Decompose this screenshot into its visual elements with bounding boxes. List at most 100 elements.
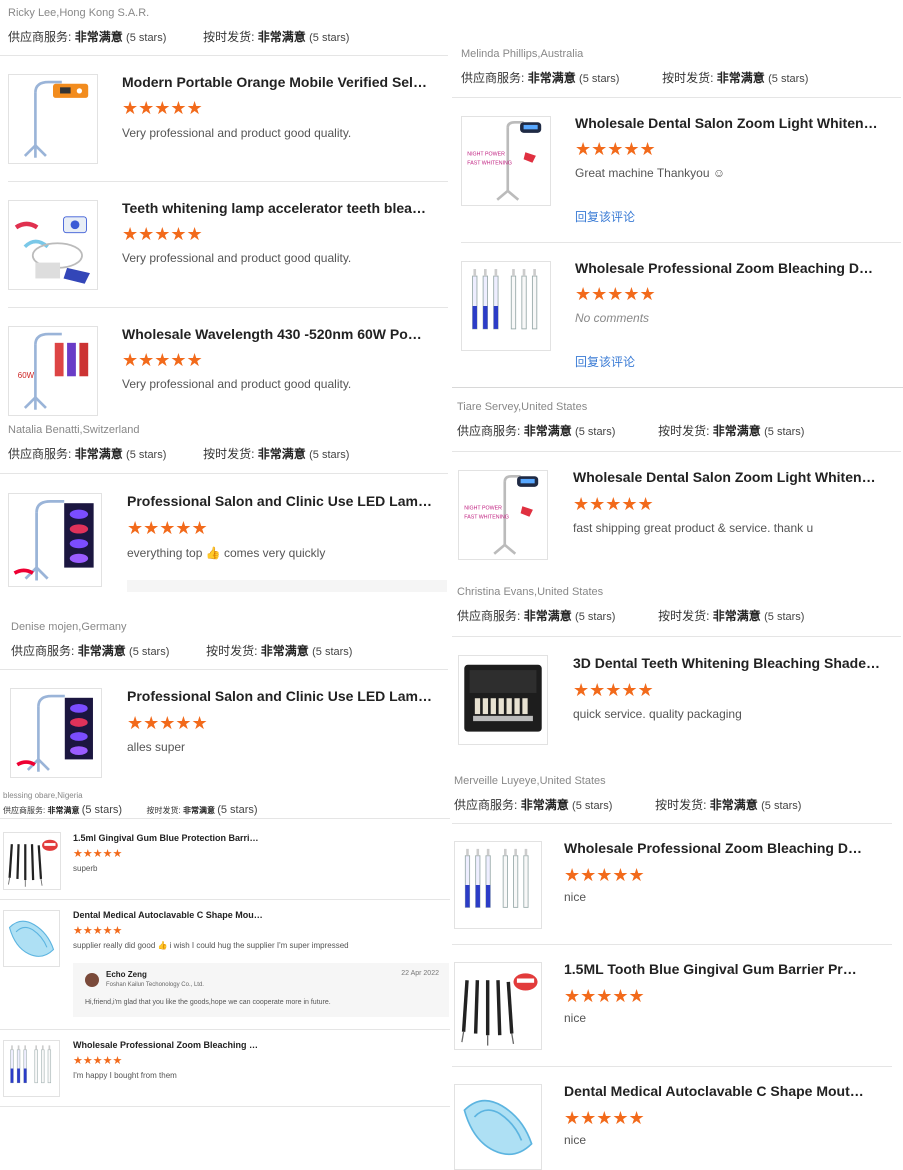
supplier-service-stars: (5 stars) bbox=[126, 32, 167, 44]
product-title-link[interactable]: Modern Portable Orange Mobile Verified S… bbox=[122, 74, 427, 90]
bleaching-syringes-icon[interactable] bbox=[461, 261, 551, 351]
product-title-link[interactable]: 3D Dental Teeth Whitening Bleaching Shad… bbox=[573, 655, 883, 671]
on-time-stars: (5 stars) bbox=[764, 426, 805, 438]
rating-metrics: 供应商服务: 非常满意 (5 stars) 按时发货: 非常满意 (5 star… bbox=[8, 28, 349, 45]
seller-reply: Echo Zeng Foshan Kailun Techonology Co.,… bbox=[73, 963, 449, 1017]
rating-metrics: 供应商服务: 非常满意 (5 stars) 按时发货: 非常满意 (5 star… bbox=[461, 69, 808, 86]
reply-to-review-link[interactable]: 回复该评论 bbox=[575, 208, 635, 225]
seller-name: Echo Zeng bbox=[106, 970, 147, 979]
supplier-service-value: 非常满意 bbox=[74, 447, 123, 461]
led-lamp-stand-icon[interactable] bbox=[8, 326, 98, 416]
star-rating: ★★★★★ bbox=[564, 865, 645, 885]
on-time-value: 非常满意 bbox=[257, 30, 306, 44]
supplier-service-stars: (5 stars) bbox=[129, 646, 170, 658]
whitening-kit-icon[interactable] bbox=[8, 200, 98, 290]
zoom-light-stand-icon[interactable] bbox=[458, 470, 548, 560]
review-comment: nice bbox=[564, 890, 587, 904]
star-rating: ★★★★★ bbox=[127, 518, 208, 538]
review-comment: everything top 👍 comes very quickly bbox=[127, 546, 326, 560]
reviewer-name: Melinda Phillips,Australia bbox=[461, 48, 584, 60]
on-time-label: 按时发货: bbox=[203, 447, 255, 461]
bleaching-syringes-icon[interactable] bbox=[454, 841, 542, 929]
zoom-light-stand-icon[interactable] bbox=[461, 116, 551, 206]
supplier-service-label: 供应商服务: bbox=[457, 424, 521, 438]
bleaching-syringes-icon[interactable] bbox=[3, 1040, 60, 1097]
supplier-service-label: 供应商服务: bbox=[8, 30, 72, 44]
on-time-label: 按时发货: bbox=[146, 806, 181, 815]
divider bbox=[452, 1066, 892, 1067]
reviewer-name: Tiare Servey,United States bbox=[457, 401, 588, 413]
product-title-link[interactable]: Wholesale Professional Zoom Bleaching De… bbox=[73, 1040, 263, 1050]
review-comment: No comments bbox=[575, 311, 650, 325]
on-time-value: 非常满意 bbox=[716, 71, 765, 85]
product-title-link[interactable]: 1.5ml Gingival Gum Blue Protection Barri… bbox=[73, 833, 263, 843]
star-rating: ★★★★★ bbox=[127, 713, 208, 733]
supplier-service-label: 供应商服务: bbox=[457, 609, 521, 623]
reviewer-name: blessing obare,Nigeria bbox=[3, 791, 83, 800]
review-comment: fast shipping great product & service. t… bbox=[573, 521, 814, 535]
mouth-opener-icon[interactable] bbox=[454, 1084, 542, 1170]
reply-to-review-link[interactable]: 回复该评论 bbox=[575, 353, 635, 370]
review-comment: quick service. quality packaging bbox=[573, 707, 742, 721]
divider bbox=[8, 307, 448, 308]
product-title-link[interactable]: Professional Salon and Clinic Use LED La… bbox=[127, 493, 432, 509]
supplier-service-label: 供应商服务: bbox=[11, 644, 75, 658]
gum-barrier-syringes-icon[interactable] bbox=[454, 962, 542, 1050]
divider bbox=[452, 97, 901, 98]
product-title-link[interactable]: Wholesale Dental Salon Zoom Light Whiten… bbox=[575, 115, 880, 131]
reply-date: 22 Apr 2022 bbox=[401, 970, 439, 977]
on-time-value: 非常满意 bbox=[260, 644, 309, 658]
star-rating: ★★★★★ bbox=[573, 494, 654, 514]
on-time-stars: (5 stars) bbox=[761, 800, 802, 812]
product-title-link[interactable]: Dental Medical Autoclavable C Shape Mout… bbox=[564, 1083, 864, 1099]
rating-metrics: 供应商服务: 非常满意 (5 stars) 按时发货: 非常满意 (5 star… bbox=[3, 804, 258, 816]
on-time-label: 按时发货: bbox=[658, 609, 710, 623]
supplier-service-value: 非常满意 bbox=[523, 609, 572, 623]
on-time-value: 非常满意 bbox=[257, 447, 306, 461]
divider bbox=[452, 387, 903, 388]
on-time-label: 按时发货: bbox=[203, 30, 255, 44]
on-time-label: 按时发货: bbox=[206, 644, 258, 658]
supplier-service-value: 非常满意 bbox=[523, 424, 572, 438]
supplier-service-value: 非常满意 bbox=[77, 644, 126, 658]
divider bbox=[452, 451, 901, 452]
orange-whitening-lamp-icon[interactable] bbox=[8, 74, 98, 164]
mouth-opener-icon[interactable] bbox=[3, 910, 60, 967]
supplier-service-value: 非常满意 bbox=[74, 30, 123, 44]
divider bbox=[452, 636, 901, 637]
on-time-value: 非常满意 bbox=[709, 798, 758, 812]
rating-metrics: 供应商服务: 非常满意 (5 stars) 按时发货: 非常满意 (5 star… bbox=[11, 642, 352, 659]
supplier-service-label: 供应商服务: bbox=[8, 447, 72, 461]
gum-barrier-syringes-icon[interactable] bbox=[3, 832, 61, 890]
supplier-service-stars: (5 stars) bbox=[579, 73, 620, 85]
review-comment: alles super bbox=[127, 740, 186, 754]
review-comment: superb bbox=[73, 864, 98, 873]
rating-metrics: 供应商服务: 非常满意 (5 stars) 按时发货: 非常满意 (5 star… bbox=[457, 422, 804, 439]
divider bbox=[8, 181, 448, 182]
product-title-link[interactable]: Professional Salon and Clinic Use LED La… bbox=[127, 688, 432, 704]
reviewer-name: Denise mojen,Germany bbox=[11, 621, 127, 633]
divider bbox=[0, 1029, 450, 1030]
star-rating: ★★★★★ bbox=[73, 848, 123, 860]
shade-guide-case-icon[interactable] bbox=[458, 655, 548, 745]
supplier-service-stars: (5 stars) bbox=[572, 800, 613, 812]
on-time-value: 非常满意 bbox=[712, 424, 761, 438]
product-title-link[interactable]: Wholesale Professional Zoom Bleaching De… bbox=[575, 260, 880, 276]
review-comment: Very professional and product good quali… bbox=[122, 251, 352, 265]
rating-metrics: 供应商服务: 非常满意 (5 stars) 按时发货: 非常满意 (5 star… bbox=[454, 796, 801, 813]
star-rating: ★★★★★ bbox=[122, 98, 203, 118]
product-title-link[interactable]: Wholesale Professional Zoom Bleaching De… bbox=[564, 840, 864, 856]
product-title-link[interactable]: Dental Medical Autoclavable C Shape Mout… bbox=[73, 910, 263, 920]
product-title-link[interactable]: 1.5ML Tooth Blue Gingival Gum Barrier Pr… bbox=[564, 961, 864, 977]
on-time-label: 按时发货: bbox=[655, 798, 707, 812]
led-lamp-panel-icon[interactable] bbox=[10, 688, 102, 778]
reviewer-name: Ricky Lee,Hong Kong S.A.R. bbox=[8, 7, 150, 19]
review-comment: nice bbox=[564, 1133, 587, 1147]
supplier-service-stars: (5 stars) bbox=[126, 449, 167, 461]
divider bbox=[0, 1106, 450, 1107]
led-lamp-panel-icon[interactable] bbox=[8, 493, 102, 587]
product-title-link[interactable]: Wholesale Wavelength 430 -520nm 60W Port… bbox=[122, 326, 427, 342]
seller-reply-text: Hi,friend,i'm glad that you like the goo… bbox=[85, 999, 331, 1006]
product-title-link[interactable]: Wholesale Dental Salon Zoom Light Whiten… bbox=[573, 469, 878, 485]
product-title-link[interactable]: Teeth whitening lamp accelerator teeth b… bbox=[122, 200, 427, 216]
